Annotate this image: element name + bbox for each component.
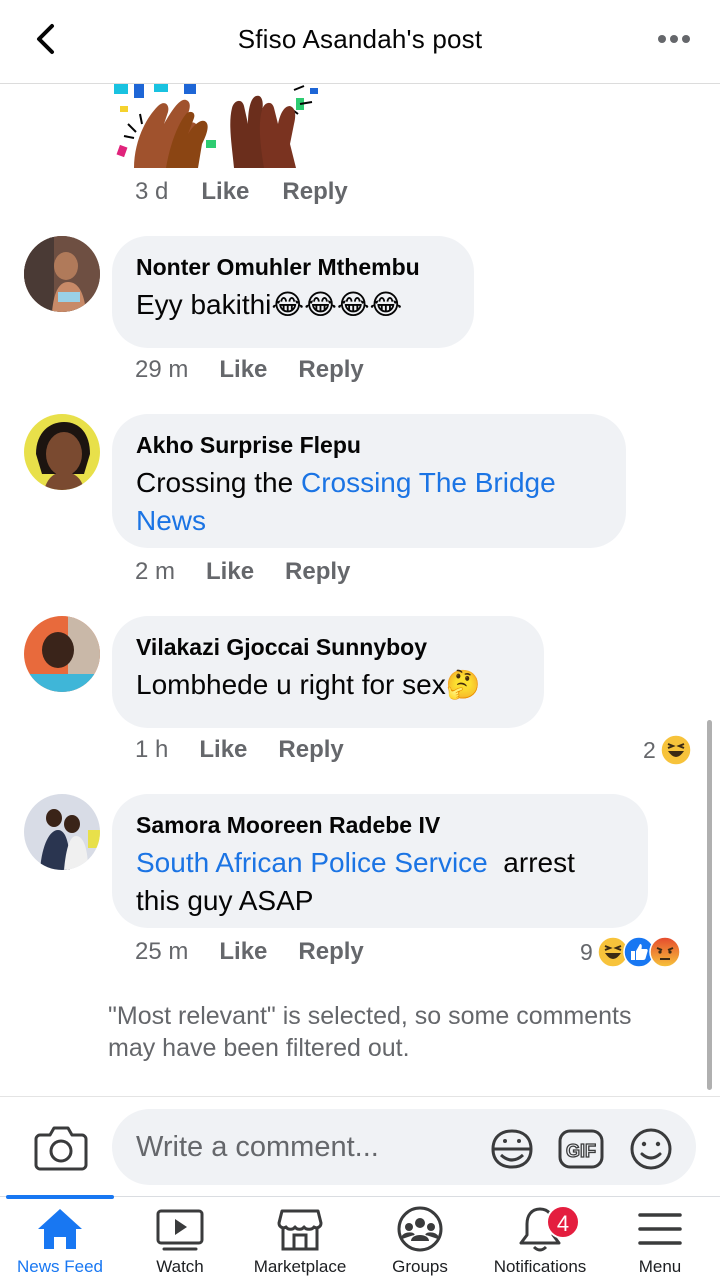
comment-text-prefix: Crossing the bbox=[136, 467, 301, 498]
comment-bubble: Vilakazi Gjoccai Sunnyboy Lombhede u rig… bbox=[112, 616, 544, 728]
comment-author[interactable]: Vilakazi Gjoccai Sunnyboy bbox=[136, 632, 520, 662]
reaction-count: 2 bbox=[643, 736, 656, 763]
mention-link[interactable]: South African Police Service bbox=[136, 847, 488, 878]
reaction-summary[interactable]: 2 bbox=[643, 734, 692, 766]
top-bar: Sfiso Asandah's post bbox=[0, 0, 720, 84]
like-button[interactable]: Like bbox=[219, 356, 267, 384]
reply-button[interactable]: Reply bbox=[285, 558, 350, 586]
like-button[interactable]: Like bbox=[199, 736, 247, 764]
comment-bubble: Nonter Omuhler Mthembu Eyy bakithi😂😂😂😂 bbox=[112, 236, 474, 348]
comment-text: Lombhede u right for sex🤔 bbox=[136, 669, 481, 700]
svg-text:GIF: GIF bbox=[566, 1141, 596, 1161]
comment-time: 25 m bbox=[135, 938, 189, 965]
page-title: Sfiso Asandah's post bbox=[237, 24, 483, 54]
clapping-hands-sticker bbox=[114, 84, 318, 168]
comment-actions: 2 m Like Reply bbox=[135, 558, 350, 586]
avatar[interactable] bbox=[24, 414, 100, 490]
active-tab-indicator bbox=[6, 1195, 114, 1199]
like-button[interactable]: Like bbox=[201, 178, 249, 206]
comment-text: Eyy bakithi😂😂😂😂 bbox=[136, 289, 403, 320]
profile-photo bbox=[24, 794, 100, 870]
comment-composer: GIF bbox=[0, 1096, 720, 1196]
scrollbar[interactable] bbox=[707, 720, 712, 1090]
gif-icon[interactable]: GIF bbox=[558, 1127, 604, 1171]
home-icon bbox=[38, 1209, 82, 1249]
comment-bubble: Akho Surprise Flepu Crossing the Crossin… bbox=[112, 414, 626, 548]
sticker-icon[interactable] bbox=[489, 1127, 535, 1171]
comment-author[interactable]: Samora Mooreen Radebe IV bbox=[136, 810, 624, 840]
haha-reaction-icon bbox=[660, 734, 692, 766]
reaction-count: 9 bbox=[580, 938, 593, 965]
profile-photo bbox=[24, 414, 100, 490]
tab-menu[interactable]: Menu bbox=[600, 1197, 720, 1280]
notification-badge: 4 bbox=[546, 1205, 580, 1239]
reply-button[interactable]: Reply bbox=[298, 938, 363, 966]
comment-text: Crossing the Crossing The Bridge News bbox=[136, 464, 602, 540]
profile-photo bbox=[24, 236, 100, 312]
reaction-summary[interactable]: 9 bbox=[580, 936, 681, 968]
reply-button[interactable]: Reply bbox=[278, 736, 343, 764]
avatar[interactable] bbox=[24, 236, 100, 312]
reply-button[interactable]: Reply bbox=[282, 178, 347, 206]
menu-icon bbox=[638, 1213, 682, 1245]
comment-time: 29 m bbox=[135, 356, 189, 383]
comment-input[interactable] bbox=[112, 1109, 696, 1185]
avatar[interactable] bbox=[24, 794, 100, 870]
watch-icon bbox=[156, 1209, 204, 1251]
bottom-tab-bar: News Feed Watch Marketplace Groups 4 Not… bbox=[0, 1195, 720, 1280]
comment-author[interactable]: Nonter Omuhler Mthembu bbox=[136, 252, 450, 282]
reply-button[interactable]: Reply bbox=[298, 356, 363, 384]
tab-label: Menu bbox=[638, 1257, 682, 1276]
first-comment-actions: 3 d Like Reply bbox=[135, 178, 348, 206]
comment-bubble: Samora Mooreen Radebe IV South African P… bbox=[112, 794, 648, 928]
comment-author[interactable]: Akho Surprise Flepu bbox=[136, 430, 602, 460]
comment-time: 1 h bbox=[135, 736, 169, 763]
comment-text: South African Police Service arrest this… bbox=[136, 844, 624, 920]
angry-reaction-icon bbox=[649, 936, 681, 968]
filter-note: "Most relevant" is selected, so some com… bbox=[108, 1002, 632, 1062]
comment-actions: 29 m Like Reply bbox=[135, 356, 364, 384]
comment-actions: 1 h Like Reply bbox=[135, 736, 344, 764]
like-button[interactable]: Like bbox=[219, 938, 267, 966]
comment-time: 2 m bbox=[135, 558, 176, 585]
camera-icon[interactable] bbox=[34, 1123, 88, 1171]
avatar[interactable] bbox=[24, 616, 100, 692]
comment-time: 3 d bbox=[135, 178, 169, 205]
emoji-icon[interactable] bbox=[628, 1127, 674, 1171]
more-options-icon[interactable] bbox=[656, 32, 692, 46]
marketplace-icon bbox=[277, 1209, 323, 1251]
like-button[interactable]: Like bbox=[206, 558, 254, 586]
groups-icon bbox=[397, 1206, 443, 1252]
profile-photo bbox=[24, 616, 100, 692]
comment-actions: 25 m Like Reply bbox=[135, 938, 364, 966]
